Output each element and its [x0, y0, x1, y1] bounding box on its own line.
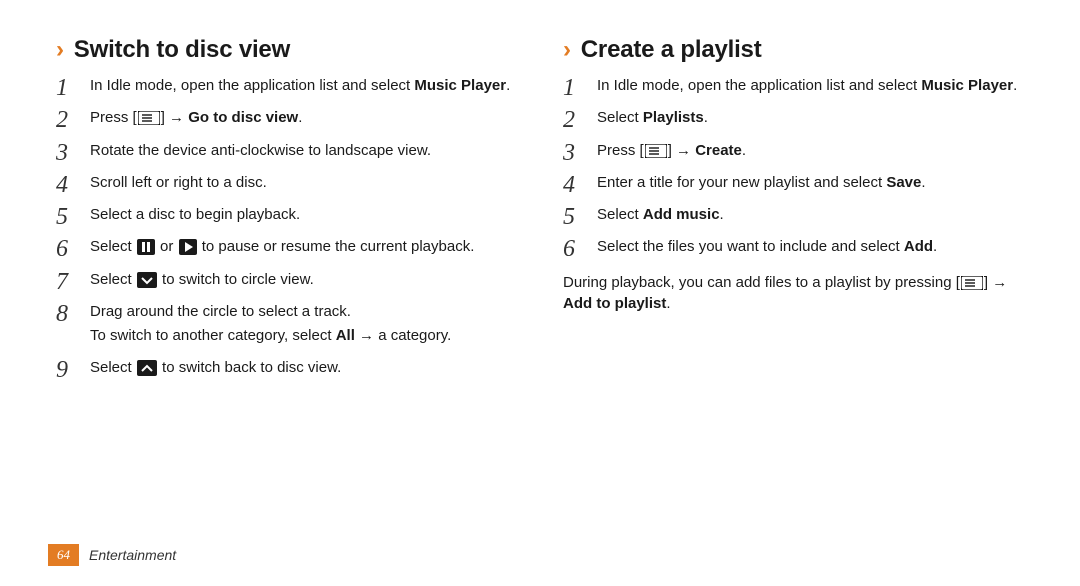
step-item: 1In Idle mode, open the application list…	[56, 76, 517, 96]
step-text: Select a disc to begin playback.	[90, 205, 517, 225]
step-text: Enter a title for your new playlist and …	[597, 173, 1024, 193]
step-number: 5	[56, 201, 68, 233]
right-heading-text: Create a playlist	[581, 36, 762, 63]
step-number: 4	[56, 169, 68, 201]
play-icon	[179, 239, 197, 255]
page-footer: 64 Entertainment	[48, 544, 176, 566]
step-text: Select or to pause or resume the current…	[90, 237, 517, 257]
step-text: In Idle mode, open the application list …	[90, 76, 517, 96]
right-column: ›Create a playlist 1In Idle mode, open t…	[563, 36, 1024, 391]
step-text: Press [] → Create.	[597, 141, 1024, 161]
step-item: 4Scroll left or right to a disc.	[56, 173, 517, 193]
step-number: 1	[563, 72, 575, 104]
step-item: 5Select a disc to begin playback.	[56, 205, 517, 225]
left-heading-text: Switch to disc view	[74, 36, 290, 63]
menu-icon	[645, 144, 667, 158]
manual-page: ›Switch to disc view 1In Idle mode, open…	[0, 0, 1080, 586]
step-text: Select Playlists.	[597, 108, 1024, 128]
menu-icon	[138, 111, 160, 125]
step-text: Select Add music.	[597, 205, 1024, 225]
step-number: 7	[56, 266, 68, 298]
step-number: 5	[563, 201, 575, 233]
step-number: 1	[56, 72, 68, 104]
bold-term: Add music	[643, 206, 720, 223]
step-number: 2	[56, 104, 68, 136]
step-number: 6	[56, 233, 68, 265]
step-item: 3Rotate the device anti-clockwise to lan…	[56, 141, 517, 161]
bold-term: Playlists	[643, 109, 704, 126]
left-column: ›Switch to disc view 1In Idle mode, open…	[56, 36, 517, 391]
step-item: 5Select Add music.	[563, 205, 1024, 225]
bold-term: Go to disc view	[188, 109, 298, 126]
step-item: 1In Idle mode, open the application list…	[563, 76, 1024, 96]
left-steps-list: 1In Idle mode, open the application list…	[56, 76, 517, 379]
heading-chevron-icon: ›	[563, 36, 571, 63]
disc-view-icon	[137, 360, 157, 376]
step-item: 7Select to switch to circle view.	[56, 270, 517, 290]
right-heading: › Create a playlist	[563, 36, 1024, 64]
step-number: 3	[563, 137, 575, 169]
menu-icon	[961, 276, 983, 290]
step-number: 8	[56, 298, 68, 330]
step-item: 3Press [] → Create.	[563, 141, 1024, 161]
step-extra-text: To switch to another category, select Al…	[90, 326, 517, 346]
circle-view-icon	[137, 272, 157, 288]
step-text: Select to switch back to disc view.	[90, 358, 517, 378]
bold-term: Music Player	[921, 77, 1013, 94]
bold-term: Add to playlist	[563, 295, 666, 312]
two-column-layout: ›Switch to disc view 1In Idle mode, open…	[56, 36, 1024, 391]
step-text: Select to switch to circle view.	[90, 270, 517, 290]
step-text: Press [] → Go to disc view.	[90, 108, 517, 128]
pause-icon	[137, 239, 155, 255]
bold-term: Create	[695, 142, 742, 159]
step-text: Select the files you want to include and…	[597, 237, 1024, 257]
step-number: 3	[56, 137, 68, 169]
section-label: Entertainment	[89, 547, 176, 563]
bold-term: Add	[904, 238, 933, 255]
step-item: 6Select or to pause or resume the curren…	[56, 237, 517, 257]
step-number: 9	[56, 354, 68, 386]
bold-term: Save	[886, 174, 921, 191]
right-steps-list: 1In Idle mode, open the application list…	[563, 76, 1024, 258]
step-item: 2Press [] → Go to disc view.	[56, 108, 517, 128]
heading-chevron-icon: ›	[56, 36, 64, 63]
step-item: 4Enter a title for your new playlist and…	[563, 173, 1024, 193]
right-body-paragraph: During playback, you can add files to a …	[563, 272, 1024, 314]
step-number: 6	[563, 233, 575, 265]
step-item: 9Select to switch back to disc view.	[56, 358, 517, 378]
step-number: 4	[563, 169, 575, 201]
step-text: Drag around the circle to select a track…	[90, 302, 517, 322]
page-number-badge: 64	[48, 544, 79, 566]
bold-term: Music Player	[414, 77, 506, 94]
left-heading: › Switch to disc view	[56, 36, 517, 64]
step-item: 8Drag around the circle to select a trac…	[56, 302, 517, 347]
step-number: 2	[563, 104, 575, 136]
step-item: 6Select the files you want to include an…	[563, 237, 1024, 257]
bold-term: All	[336, 327, 355, 344]
step-text: Scroll left or right to a disc.	[90, 173, 517, 193]
step-text: In Idle mode, open the application list …	[597, 76, 1024, 96]
step-text: Rotate the device anti-clockwise to land…	[90, 141, 517, 161]
step-item: 2Select Playlists.	[563, 108, 1024, 128]
